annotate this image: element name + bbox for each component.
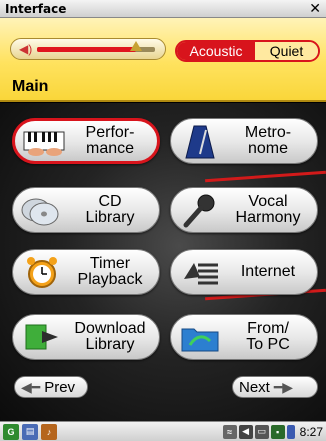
cd-icon	[19, 190, 65, 230]
metronome-button[interactable]: Metro- nome	[170, 118, 318, 164]
from-to-pc-label: From/ To PC	[246, 320, 290, 353]
next-button[interactable]: Next ━▶	[232, 376, 318, 398]
from-to-pc-button[interactable]: From/ To PC	[170, 314, 318, 360]
folder-transfer-icon	[177, 317, 223, 357]
close-icon[interactable]: ✕	[309, 1, 321, 17]
vocal-harmony-label: Vocal Harmony	[235, 193, 301, 226]
internet-label: Internet	[240, 263, 296, 280]
volume-thumb[interactable]	[130, 41, 143, 51]
download-library-label: Download Library	[74, 320, 146, 353]
speaker-icon: ◀)	[19, 42, 33, 56]
sd-card-icon[interactable]: ▪	[270, 424, 285, 439]
download-icon	[19, 317, 65, 357]
start-icon[interactable]: G	[3, 423, 19, 440]
arrow-left-icon: ◀━	[21, 378, 41, 395]
internet-button[interactable]: Internet	[170, 249, 318, 295]
volume-fill	[37, 47, 137, 52]
alarm-clock-icon	[19, 252, 65, 292]
header-panel: ◀) Acoustic Quiet Main	[0, 18, 326, 102]
card-icon[interactable]: ▭	[254, 424, 269, 439]
metronome-label: Metro- nome	[244, 124, 292, 157]
system-tray: ≈ ◀ ▭ ▪ 8:27	[222, 424, 323, 439]
cd-library-button[interactable]: CD Library	[12, 187, 160, 233]
prev-button[interactable]: ◀━ Prev	[14, 376, 88, 398]
prev-label: Prev	[44, 378, 76, 396]
title-bar: Interface ✕	[0, 0, 326, 18]
window-title: Interface	[5, 1, 67, 16]
volume-icon[interactable]: ◀	[238, 424, 253, 439]
performance-label: Perfor- mance	[85, 124, 135, 157]
app-icon[interactable]: ♪	[41, 423, 57, 440]
taskbar: G ▤ ♪ ≈ ◀ ▭ ▪ 8:27	[0, 421, 326, 441]
microphone-icon	[177, 190, 223, 230]
window-icon[interactable]: ▤	[22, 423, 38, 440]
volume-slider[interactable]: ◀)	[10, 38, 166, 60]
section-title: Main	[12, 78, 49, 95]
timer-playback-button[interactable]: Timer Playback	[12, 249, 160, 295]
network-icon[interactable]: ≈	[222, 424, 237, 439]
metronome-icon	[177, 121, 223, 161]
next-label: Next	[239, 378, 270, 396]
mode-toggle: Acoustic Quiet	[175, 40, 320, 62]
timer-playback-label: Timer Playback	[77, 255, 143, 288]
download-library-button[interactable]: Download Library	[12, 314, 160, 360]
arrow-right-icon: ━▶	[273, 378, 294, 395]
mode-acoustic-button[interactable]: Acoustic	[177, 42, 255, 60]
mode-quiet-button[interactable]: Quiet	[255, 42, 318, 60]
cd-library-label: CD Library	[85, 193, 135, 226]
battery-icon[interactable]	[286, 424, 295, 439]
volume-track	[37, 41, 155, 52]
vocal-harmony-button[interactable]: Vocal Harmony	[170, 187, 318, 233]
performance-button[interactable]: Perfor- mance	[12, 118, 160, 164]
keyboard-icon	[21, 121, 67, 161]
internet-icon	[177, 252, 223, 292]
clock[interactable]: 8:27	[300, 425, 323, 439]
decor-line	[205, 170, 326, 183]
menu-area: Perfor- mance Metro- nome CD Library Voc…	[0, 103, 326, 421]
